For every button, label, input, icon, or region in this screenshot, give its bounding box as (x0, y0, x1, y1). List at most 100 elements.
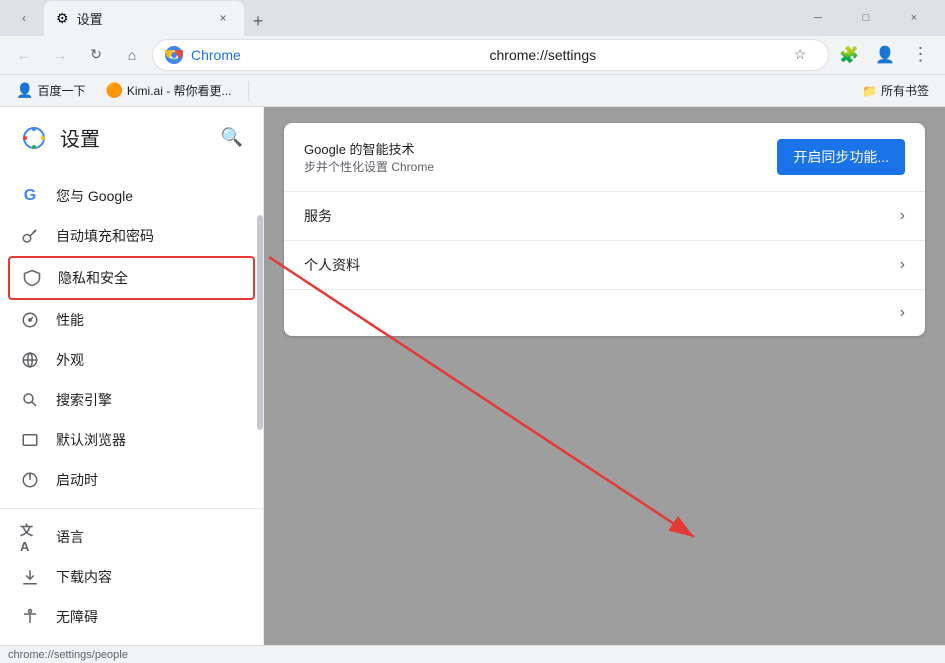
sidebar-item-appearance[interactable]: 外观 (0, 340, 263, 380)
accessibility-icon (20, 607, 40, 627)
performance-label: 性能 (56, 310, 84, 330)
close-button[interactable]: × (891, 2, 937, 34)
key-icon (20, 226, 40, 246)
sync-line1: Google 的智能技术 (304, 139, 434, 158)
maximize-button[interactable]: □ (843, 2, 889, 34)
profile-button[interactable]: 👤 (869, 39, 901, 71)
default-browser-icon (20, 430, 40, 450)
sidebar-item-autofill[interactable]: 自动填充和密码 (0, 216, 263, 256)
folder-icon: 📁 (862, 84, 877, 98)
bookmark-kimi[interactable]: 🟠 Kimi.ai - 帮你看更... (97, 78, 239, 103)
tab-favicon: ⚙ (56, 10, 69, 27)
google-label: 您与 Google (56, 186, 133, 206)
title-bar: ‹ ⚙ 设置 × + ─ □ × (0, 0, 945, 36)
kimi-label: Kimi.ai - 帮你看更... (127, 82, 232, 99)
sidebar-item-startup[interactable]: 启动时 (0, 460, 263, 500)
forward-button[interactable]: → (44, 39, 76, 71)
tab-strip-back[interactable]: ‹ (8, 2, 40, 34)
sidebar-item-privacy[interactable]: 隐私和安全 (8, 256, 255, 300)
shield-icon (22, 268, 42, 288)
extra-chevron: › (900, 304, 905, 322)
browser-frame: ‹ ⚙ 设置 × + ─ □ × ← → ↻ ⌂ (0, 0, 945, 663)
new-tab-button[interactable]: + (244, 8, 272, 36)
tab-close-button[interactable]: × (214, 9, 232, 27)
all-bookmarks-label: 所有书签 (881, 82, 929, 99)
sidebar-item-accessibility[interactable]: 无障碍 (0, 597, 263, 637)
search-engine-icon (20, 390, 40, 410)
profile-label: 个人资料 (304, 255, 360, 275)
extensions-button[interactable]: 🧩 (833, 39, 865, 71)
sync-description: Google 的智能技术 步并个性化设置 Chrome (304, 139, 434, 175)
address-brand: Chrome (191, 47, 478, 63)
sync-line2-prefix: 步并个性化设置 Chrome (304, 160, 434, 174)
home-button[interactable]: ⌂ (116, 39, 148, 71)
default-browser-label: 默认浏览器 (56, 430, 126, 450)
window-controls: ─ □ × (795, 2, 937, 34)
sidebar-item-language[interactable]: 文A 语言 (0, 517, 263, 557)
bookmarks-bar: 👤 百度一下 🟠 Kimi.ai - 帮你看更... 📁 所有书签 (0, 75, 945, 107)
minimize-button[interactable]: ─ (795, 2, 841, 34)
bookmark-star-button[interactable]: ☆ (784, 39, 816, 71)
address-url: chrome://settings (490, 47, 777, 63)
all-bookmarks-button[interactable]: 📁 所有书签 (854, 78, 937, 103)
page-area: 设置 🔍 G 您与 Google (0, 107, 945, 645)
downloads-icon (20, 567, 40, 587)
bookmarks-divider (248, 81, 249, 101)
privacy-label: 隐私和安全 (58, 268, 128, 288)
kimi-favicon: 🟠 (105, 82, 122, 99)
services-label: 服务 (304, 206, 332, 226)
chrome-logo-icon (165, 46, 183, 64)
performance-icon (20, 310, 40, 330)
scrollbar-thumb (257, 215, 263, 430)
profile-chevron: › (900, 256, 905, 274)
downloads-label: 下载内容 (56, 567, 112, 587)
language-icon: 文A (20, 527, 40, 547)
sidebar-item-downloads[interactable]: 下载内容 (0, 557, 263, 597)
sidebar-header: 设置 🔍 (0, 107, 263, 168)
search-icon: 🔍 (221, 127, 243, 147)
google-g-icon: G (20, 186, 40, 206)
language-label: 语言 (56, 527, 84, 547)
sidebar-item-performance[interactable]: 性能 (0, 300, 263, 340)
sidebar-nav: G 您与 Google 自动填充和密码 (0, 168, 263, 645)
main-content-area: Google 的智能技术 步并个性化设置 Chrome 开启同步功能... 服务… (264, 107, 945, 645)
nav-divider (0, 508, 263, 509)
autofill-label: 自动填充和密码 (56, 226, 154, 246)
sync-row: Google 的智能技术 步并个性化设置 Chrome 开启同步功能... (284, 123, 925, 192)
reload-button[interactable]: ↻ (80, 39, 112, 71)
sync-button[interactable]: 开启同步功能... (777, 139, 905, 175)
tab-area: ⚙ 设置 × + (44, 0, 783, 36)
address-favicon (165, 46, 183, 64)
services-chevron: › (900, 207, 905, 225)
startup-label: 启动时 (56, 470, 98, 490)
sidebar-scrollbar[interactable] (257, 107, 263, 645)
startup-icon (20, 470, 40, 490)
address-bar-row: ← → ↻ ⌂ Chrome chrome://settings ☆ 🧩 👤 ⋮ (0, 36, 945, 75)
tab-title: 设置 (77, 9, 206, 28)
settings-sidebar: 设置 🔍 G 您与 Google (0, 107, 264, 645)
sync-line2: 步并个性化设置 Chrome (304, 158, 434, 175)
appearance-icon (20, 350, 40, 370)
services-row[interactable]: 服务 › (284, 192, 925, 241)
sidebar-search-button[interactable]: 🔍 (221, 127, 243, 148)
sidebar-item-search[interactable]: 搜索引擎 (0, 380, 263, 420)
back-button[interactable]: ← (8, 39, 40, 71)
sidebar-item-default-browser[interactable]: 默认浏览器 (0, 420, 263, 460)
status-bar: chrome://settings/people (0, 645, 945, 663)
appearance-label: 外观 (56, 350, 84, 370)
search-engine-label: 搜索引擎 (56, 390, 112, 410)
bookmark-baidu[interactable]: 👤 百度一下 (8, 78, 93, 103)
settings-card: Google 的智能技术 步并个性化设置 Chrome 开启同步功能... 服务… (284, 123, 925, 336)
extra-row[interactable]: › (284, 290, 925, 336)
active-tab[interactable]: ⚙ 设置 × (44, 1, 244, 36)
menu-button[interactable]: ⋮ (905, 39, 937, 71)
sidebar-title: 设置 (60, 123, 100, 152)
baidu-label: 百度一下 (37, 82, 85, 99)
baidu-favicon: 👤 (16, 82, 33, 99)
settings-logo-icon (20, 124, 48, 152)
address-box[interactable]: Chrome chrome://settings ☆ (152, 39, 829, 71)
sidebar-item-google[interactable]: G 您与 Google (0, 176, 263, 216)
accessibility-label: 无障碍 (56, 607, 98, 627)
status-url: chrome://settings/people (8, 649, 128, 661)
profile-row[interactable]: 个人资料 › (284, 241, 925, 290)
